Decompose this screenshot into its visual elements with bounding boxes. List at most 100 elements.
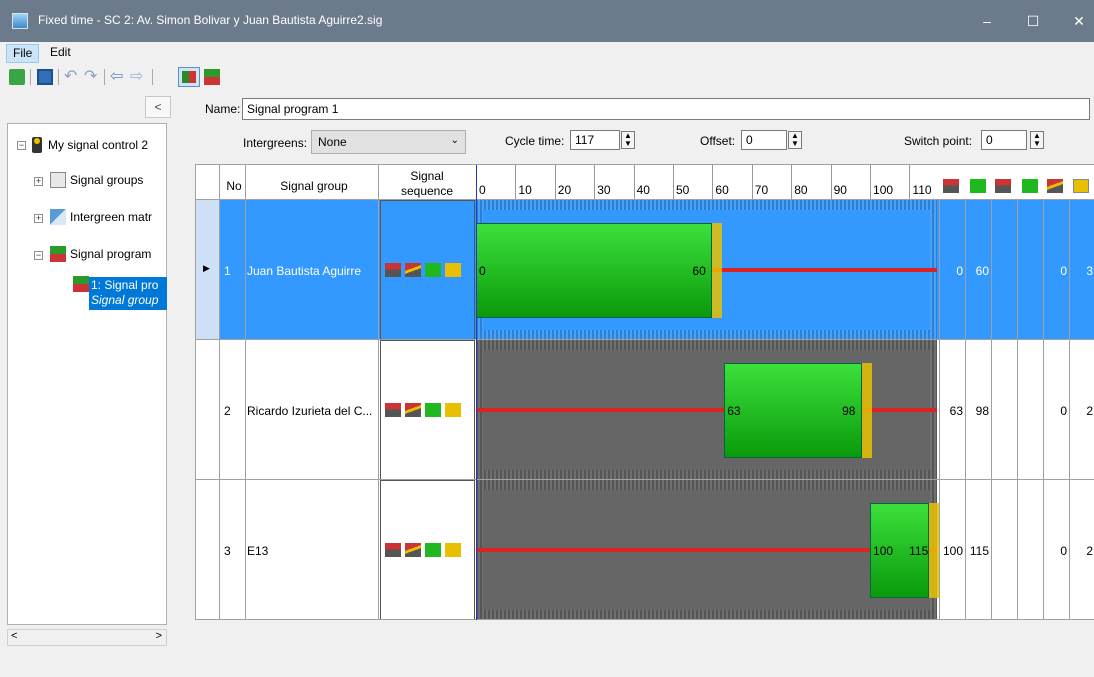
tree-item-intergreen[interactable]: Intergreen matr: [70, 208, 152, 226]
left-panel: < − My signal control 2 + Signal groups …: [7, 96, 171, 654]
table-row[interactable]: 3 E13 100 115 100 115 0 2: [195, 480, 1094, 620]
time-tick-label: 70: [754, 183, 769, 197]
collapse-node-icon[interactable]: −: [34, 251, 43, 260]
navigation-tree: − My signal control 2 + Signal groups + …: [7, 123, 167, 625]
edit-mode-icon[interactable]: [178, 67, 200, 87]
signal-control-icon: [32, 137, 42, 153]
amber-bar: [929, 503, 940, 598]
header-sequence-line1: Signal: [410, 169, 444, 183]
signal-group-name[interactable]: Juan Bautista Aguirre: [247, 264, 377, 278]
maximize-button[interactable]: ☐: [1010, 0, 1056, 42]
save-icon[interactable]: [37, 69, 53, 85]
cycle-start-line: [476, 165, 477, 620]
collapse-panel-button[interactable]: <: [145, 96, 171, 118]
tree-root-label[interactable]: My signal control 2: [48, 136, 148, 154]
offset-stepper[interactable]: ▲ ▼: [788, 131, 802, 149]
undo-icon[interactable]: ↶: [64, 69, 80, 85]
close-button[interactable]: ✕: [1056, 0, 1094, 42]
collapse-node-icon[interactable]: −: [17, 141, 26, 150]
header-sequence-line2: sequence: [400, 184, 454, 198]
signal-program-icon: [50, 246, 66, 262]
signal-sequence-cell[interactable]: [380, 200, 475, 340]
intergreens-select[interactable]: None ⌄: [311, 130, 466, 154]
green-bar[interactable]: [476, 223, 713, 318]
expand-node-icon[interactable]: +: [34, 177, 43, 186]
offset-label: Offset:: [700, 134, 736, 148]
toolbar-separator: [30, 69, 31, 85]
table-row[interactable]: 2 Ricardo Izurieta del C... 63 98 63 98 0 2: [195, 340, 1094, 480]
offset-field[interactable]: 0: [741, 130, 787, 150]
green-start-label: 63: [727, 404, 741, 418]
window-title: Fixed time - SC 2: Av. Simon Bolivar y J…: [38, 13, 383, 27]
menu-edit[interactable]: Edit: [44, 44, 77, 63]
time-tick: [830, 165, 832, 200]
name-field[interactable]: Signal program 1: [242, 98, 1090, 120]
menu-file[interactable]: File: [6, 44, 40, 63]
back-icon[interactable]: ⇦: [110, 69, 126, 85]
toolbar: ↶ ↷ ⇦ ⇨: [0, 64, 1094, 90]
cycle-time-stepper[interactable]: ▲ ▼: [621, 131, 635, 149]
green-header-icon: [970, 179, 986, 193]
cycle-time-label: Cycle time:: [505, 134, 565, 148]
time-tick: [673, 165, 674, 200]
cycle-time-field[interactable]: 117: [570, 130, 620, 150]
signal-group-name[interactable]: Ricardo Izurieta del C...: [247, 404, 377, 418]
column-divider: [1043, 480, 1044, 620]
forward-icon[interactable]: ⇨: [130, 69, 146, 85]
time-tick: [870, 165, 872, 200]
amber-header-icon: [1073, 179, 1089, 193]
green-icon: [425, 403, 441, 417]
signal-sequence-cell[interactable]: [380, 480, 475, 620]
green-end-label: 60: [692, 264, 706, 278]
scroll-left-icon[interactable]: <: [11, 630, 17, 642]
column-divider: [965, 340, 966, 480]
signal-program-item-icon: [73, 276, 89, 292]
time-tick-label: 100: [873, 183, 894, 197]
minimize-button[interactable]: –: [964, 0, 1010, 42]
time-tick: [712, 165, 714, 200]
name-label: Name:: [205, 102, 241, 116]
column-divider: [939, 340, 940, 480]
toolbar-separator: [152, 69, 153, 85]
time-tick: [554, 165, 556, 200]
open-icon[interactable]: [9, 69, 25, 85]
red-icon: [385, 403, 401, 417]
time-value-col1: 63: [949, 404, 963, 418]
switch-point-stepper[interactable]: ▲ ▼: [1030, 131, 1044, 149]
time-value-col5: 2: [1086, 544, 1093, 558]
time-tick-label: 40: [636, 183, 650, 197]
expand-node-icon[interactable]: +: [34, 214, 43, 223]
intergreen-matrix-icon: [50, 209, 66, 225]
red-icon: [385, 543, 401, 557]
tree-horizontal-scrollbar[interactable]: < >: [7, 629, 167, 646]
tree-item-signal-program[interactable]: Signal program: [70, 245, 151, 263]
redo-icon[interactable]: ↷: [84, 69, 100, 85]
tree-item-selected-program[interactable]: 1: Signal pro Signal group: [89, 277, 167, 310]
signal-times-icon[interactable]: [204, 69, 220, 85]
scroll-right-icon[interactable]: >: [156, 630, 162, 642]
green-icon: [425, 263, 441, 277]
current-row-icon: ▶: [203, 263, 210, 273]
red-amber-icon: [405, 263, 421, 277]
time-tick-label: 0: [479, 183, 486, 197]
column-divider: [1017, 340, 1018, 480]
time-tick-label: 90: [833, 183, 847, 197]
amber-bar: [712, 223, 723, 318]
column-divider: [939, 480, 940, 620]
tree-item-signal-groups[interactable]: Signal groups: [70, 171, 143, 189]
column-divider: [1069, 200, 1070, 340]
column-divider: [1069, 480, 1070, 620]
time-value-col2: 60: [975, 264, 989, 278]
title-bar: Fixed time - SC 2: Av. Simon Bolivar y J…: [0, 0, 1094, 42]
column-divider: [991, 340, 992, 480]
table-row[interactable]: ▶ 1 Juan Bautista Aguirre 0 60 0 60 0 3: [195, 200, 1094, 340]
switch-point-field[interactable]: 0: [981, 130, 1027, 150]
signal-sequence-cell[interactable]: [380, 340, 475, 480]
time-tick-label: 30: [597, 183, 611, 197]
row-number: 3: [224, 544, 231, 558]
time-value-col1: 100: [942, 544, 963, 558]
time-tick-label: 20: [557, 183, 572, 197]
time-tick: [791, 165, 793, 200]
column-divider: [965, 480, 966, 620]
signal-group-name[interactable]: E13: [247, 544, 377, 558]
